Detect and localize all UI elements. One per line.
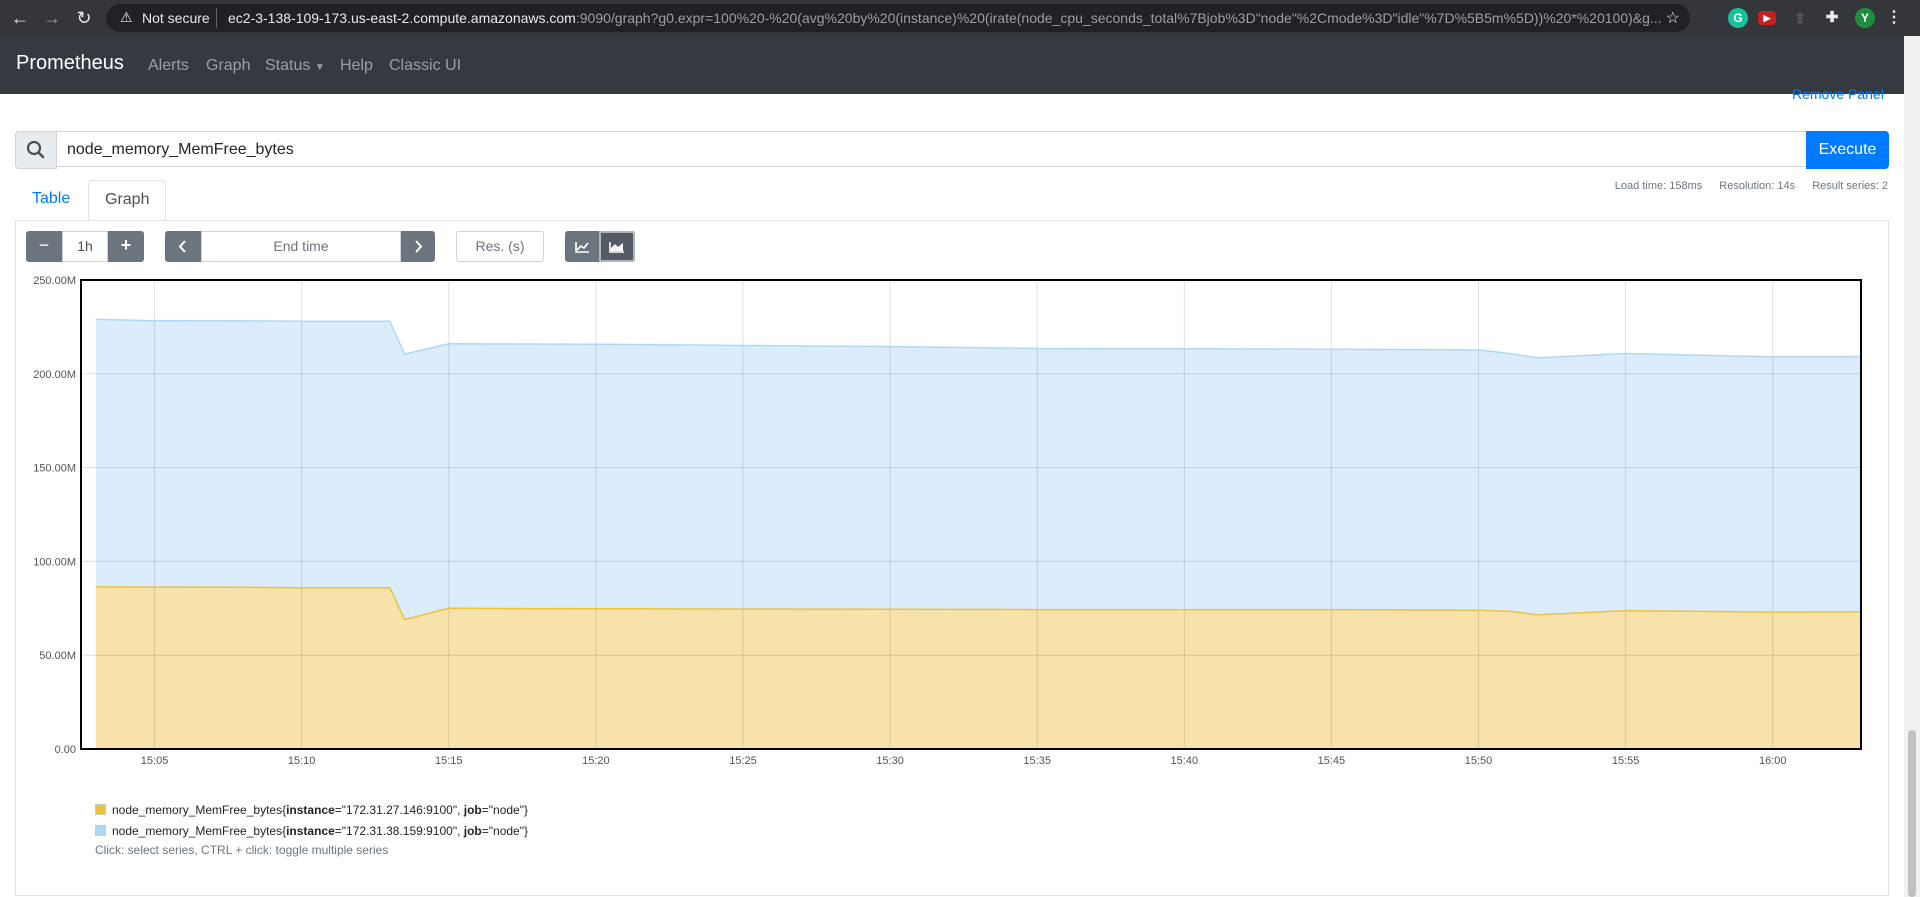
profile-avatar[interactable]: Y xyxy=(1855,8,1875,28)
y-tick-label: 50.00M xyxy=(39,650,76,662)
line-chart-icon xyxy=(575,242,589,253)
y-tick-label: 250.00M xyxy=(33,275,76,287)
legend-item-series-1[interactable]: node_memory_MemFree_bytes{instance="172.… xyxy=(95,800,528,821)
legend-metric: node_memory_MemFree_bytes{ xyxy=(112,824,287,838)
lines-mode-button[interactable] xyxy=(565,231,599,262)
increase-range-button[interactable]: + xyxy=(108,231,144,262)
x-tick-label: 15:30 xyxy=(876,755,904,767)
browser-menu-icon[interactable]: ⋮ xyxy=(1884,8,1904,28)
x-tick-label: 15:55 xyxy=(1612,755,1640,767)
end-time-input[interactable]: End time xyxy=(201,231,401,262)
y-tick-label: 200.00M xyxy=(33,369,76,381)
result-series: Result series: 2 xyxy=(1812,180,1888,192)
forward-icon[interactable]: → xyxy=(40,6,64,30)
x-tick-label: 16:00 xyxy=(1759,755,1787,767)
graph-legend: node_memory_MemFree_bytes{instance="172.… xyxy=(95,800,528,842)
graph-chart[interactable]: 0.00 50.00M 100.00M 150.00M 200.00M 250.00M 1… xyxy=(0,270,1904,770)
address-bar[interactable]: ⚠ Not secure ec2-3-138-109-173.us-east-2… xyxy=(106,4,1690,32)
search-icon xyxy=(15,131,57,169)
security-label: Not secure xyxy=(142,10,210,26)
back-icon[interactable]: ← xyxy=(8,6,32,30)
nav-classic-ui[interactable]: Classic UI xyxy=(389,57,461,75)
chevron-left-icon xyxy=(178,240,186,253)
x-tick-label: 15:40 xyxy=(1171,755,1199,767)
page-scrollbar[interactable] xyxy=(1904,36,1920,897)
url-host: ec2-3-138-109-173.us-east-2.compute.amaz… xyxy=(228,10,576,26)
decrease-range-button[interactable]: − xyxy=(26,231,62,262)
nav-status-label: Status xyxy=(265,57,311,74)
x-tick-label: 15:10 xyxy=(288,755,316,767)
chevron-right-icon xyxy=(415,240,423,253)
nav-alerts[interactable]: Alerts xyxy=(148,57,189,75)
x-tick-label: 15:35 xyxy=(1023,755,1051,767)
legend-metric: node_memory_MemFree_bytes{ xyxy=(112,803,287,817)
legend-label-key: instance xyxy=(286,824,335,838)
nav-graph[interactable]: Graph xyxy=(206,57,250,75)
expression-bar: node_memory_MemFree_bytes Execute xyxy=(15,131,1889,169)
resolution: Resolution: 14s xyxy=(1719,180,1796,192)
legend-label-key: job xyxy=(463,803,482,817)
video-extension-icon[interactable]: ▶ xyxy=(1758,11,1776,25)
scrollbar-thumb[interactable] xyxy=(1908,730,1916,897)
resolution-input[interactable]: Res. (s) xyxy=(456,231,544,262)
tab-graph[interactable]: Graph xyxy=(88,180,167,220)
x-tick-label: 15:45 xyxy=(1318,755,1346,767)
nav-status[interactable]: Status ▼ xyxy=(265,57,325,75)
x-axis-ticks: 15:05 15:10 15:15 15:20 15:25 15:30 15:35 15:40… xyxy=(141,755,1787,767)
legend-label-value: ="node"} xyxy=(481,824,528,838)
url-text[interactable]: ec2-3-138-109-173.us-east-2.compute.amaz… xyxy=(228,10,1668,26)
warning-icon: ⚠ xyxy=(120,9,133,25)
grammarly-extension-icon[interactable]: G xyxy=(1728,8,1748,28)
reload-icon[interactable]: ↻ xyxy=(72,6,96,30)
url-separator xyxy=(216,8,217,28)
remove-panel-link[interactable]: Remove Panel xyxy=(1792,86,1884,102)
range-input[interactable]: 1h xyxy=(62,231,108,262)
y-tick-label: 150.00M xyxy=(33,463,76,475)
legend-swatch xyxy=(95,825,106,836)
query-stats: Load time: 158ms Resolution: 14s Result … xyxy=(1601,180,1888,192)
area-chart-icon xyxy=(609,242,624,253)
nav-help[interactable]: Help xyxy=(340,57,373,75)
legend-swatch xyxy=(95,804,106,815)
top-navbar: Prometheus Alerts Graph Status ▼ Help Cl… xyxy=(0,36,1904,94)
y-axis-ticks: 0.00 50.00M 100.00M 150.00M 200.00M 250.00M xyxy=(33,275,76,756)
legend-label-key: job xyxy=(463,824,482,838)
expression-input[interactable]: node_memory_MemFree_bytes xyxy=(55,131,1819,167)
x-tick-label: 15:05 xyxy=(141,755,169,767)
stacked-mode-button[interactable] xyxy=(599,231,635,262)
chevron-down-icon: ▼ xyxy=(314,62,325,73)
legend-item-series-2[interactable]: node_memory_MemFree_bytes{instance="172.… xyxy=(95,821,528,842)
brand-logo[interactable]: Prometheus xyxy=(16,52,124,75)
execute-button[interactable]: Execute xyxy=(1806,131,1889,169)
earlier-time-button[interactable] xyxy=(165,231,201,262)
legend-hint: Click: select series, CTRL + click: togg… xyxy=(95,843,389,857)
url-path: :9090/graph?g0.expr=100%20-%20(avg%20by%… xyxy=(575,10,1662,26)
x-tick-label: 15:20 xyxy=(582,755,610,767)
extensions-puzzle-icon[interactable]: ✚ xyxy=(1822,8,1842,28)
y-tick-label: 100.00M xyxy=(33,556,76,568)
bookmark-star-icon[interactable]: ☆ xyxy=(1666,8,1680,28)
x-tick-label: 15:50 xyxy=(1465,755,1493,767)
legend-label-value: ="node"} xyxy=(481,803,528,817)
browser-toolbar: ← → ↻ ⚠ Not secure ec2-3-138-109-173.us-… xyxy=(0,0,1920,36)
load-time: Load time: 158ms xyxy=(1614,180,1703,192)
share-extension-icon[interactable]: ⇧ xyxy=(1790,8,1810,28)
y-tick-label: 0.00 xyxy=(55,744,76,756)
x-tick-label: 15:25 xyxy=(729,755,757,767)
tab-table[interactable]: Table xyxy=(16,180,86,220)
legend-label-value: ="172.31.27.146:9100", xyxy=(334,803,464,817)
x-tick-label: 15:15 xyxy=(435,755,463,767)
later-time-button[interactable] xyxy=(401,231,435,262)
legend-label-value: ="172.31.38.159:9100", xyxy=(334,824,464,838)
legend-label-key: instance xyxy=(286,803,335,817)
series-area-2 xyxy=(95,319,1862,620)
series-areas xyxy=(95,319,1862,749)
